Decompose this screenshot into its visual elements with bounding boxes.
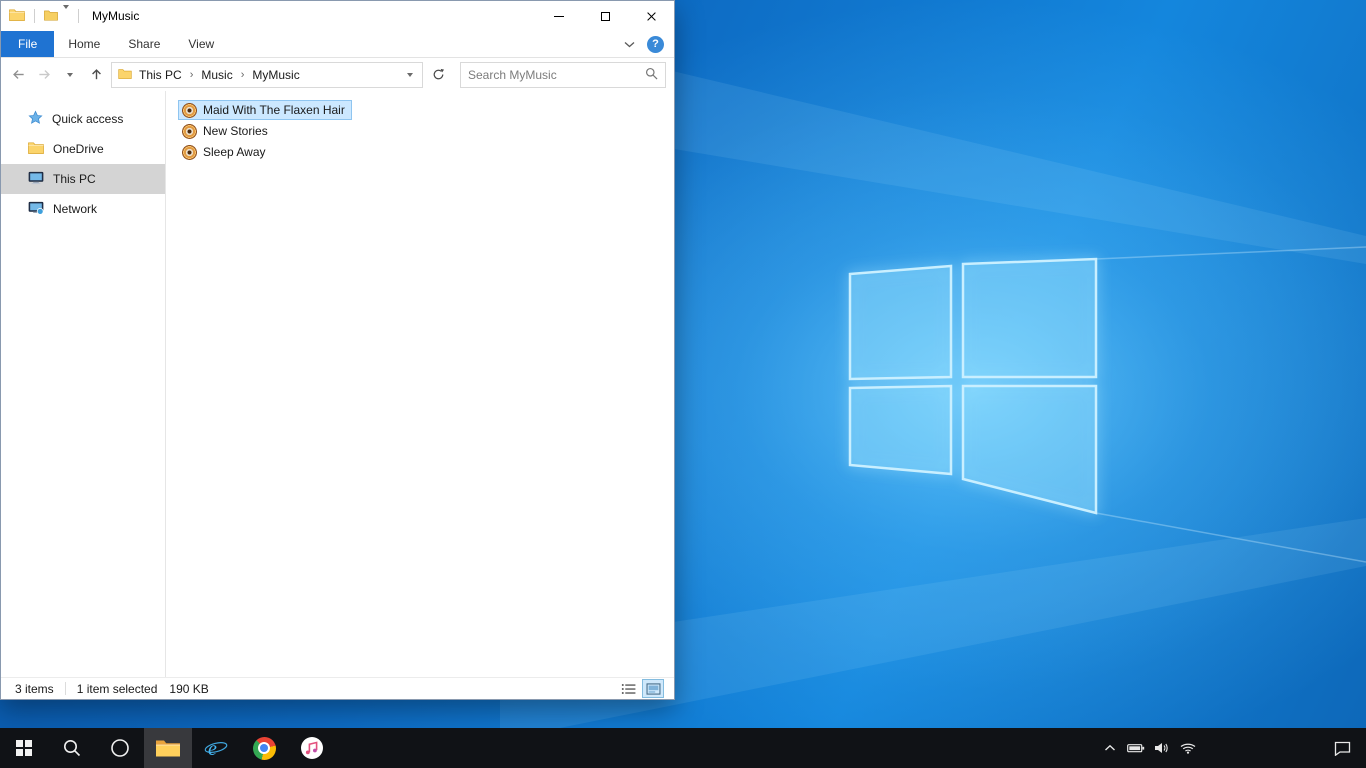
recent-locations-chevron-icon[interactable] [57, 62, 83, 88]
large-icons-view-button[interactable] [642, 679, 664, 698]
tab-view[interactable]: View [174, 31, 228, 57]
file-explorer-icon [156, 740, 180, 757]
maximize-icon [600, 11, 610, 21]
status-item-count: 3 items [15, 681, 54, 696]
minimize-button[interactable] [536, 1, 582, 31]
ribbon-tab-bar: File Home Share View ? [1, 31, 674, 58]
divider [34, 9, 35, 23]
battery-button[interactable] [1124, 728, 1148, 768]
maximize-button[interactable] [582, 1, 628, 31]
up-button[interactable] [83, 62, 109, 88]
star-icon [28, 110, 43, 128]
cortana-icon [111, 739, 129, 757]
search-box[interactable] [460, 61, 666, 88]
file-row[interactable]: New Stories [178, 121, 275, 141]
search-input[interactable] [468, 67, 645, 82]
sidebar-item-label: This PC [53, 172, 96, 186]
status-bar: 3 items 1 item selected 190 KB [1, 677, 674, 699]
breadcrumb-this-pc[interactable]: This PC [132, 63, 189, 87]
windows-logo-icon [16, 740, 32, 756]
status-selected-count: 1 item selected [76, 681, 158, 696]
address-dropdown-chevron-icon[interactable] [402, 72, 418, 77]
file-name: Sleep Away [203, 145, 266, 159]
qat-customize-chevron-icon[interactable] [63, 5, 69, 23]
window-title: MyMusic [92, 9, 140, 23]
sidebar-item-this-pc[interactable]: This PC [1, 164, 165, 194]
chrome-icon [252, 736, 276, 760]
sidebar-item-label: OneDrive [53, 142, 104, 156]
titlebar[interactable]: MyMusic [1, 1, 674, 31]
close-icon [646, 11, 657, 22]
minimize-icon [554, 15, 564, 17]
help-icon[interactable]: ? [647, 35, 664, 53]
sidebar-item-label: Quick access [52, 112, 124, 126]
action-center-icon [1334, 741, 1350, 756]
itunes-icon [301, 737, 323, 759]
tray-expand-button[interactable] [1098, 728, 1122, 768]
back-button[interactable] [5, 62, 31, 88]
media-file-icon [182, 144, 197, 160]
wifi-icon [1180, 743, 1196, 754]
divider [64, 682, 66, 695]
search-icon[interactable] [645, 67, 658, 83]
file-name: Maid With The Flaxen Hair [203, 103, 345, 117]
sidebar-item-quick-access[interactable]: Quick access [1, 104, 165, 134]
expand-ribbon-chevron-icon[interactable] [624, 37, 635, 51]
details-view-button[interactable] [617, 679, 639, 698]
battery-icon [1127, 744, 1145, 753]
tab-share[interactable]: Share [114, 31, 174, 57]
sidebar-item-onedrive[interactable]: OneDrive [1, 134, 165, 164]
taskbar: e [0, 728, 1366, 768]
quick-access-toolbar: MyMusic [9, 5, 140, 24]
speaker-icon [1155, 743, 1168, 753]
navigation-pane: Quick access OneDrive This PC Network [1, 91, 166, 677]
svg-text:e: e [208, 738, 217, 760]
taskbar-search-button[interactable] [48, 728, 96, 768]
refresh-button[interactable] [425, 62, 451, 88]
navigation-bar: This PC › Music › MyMusic [1, 58, 674, 91]
file-list[interactable]: Maid With The Flaxen Hair New Stories Sl… [166, 91, 674, 677]
explorer-content: Quick access OneDrive This PC Network Ma… [1, 91, 674, 677]
taskbar-chrome-button[interactable] [240, 728, 288, 768]
status-selected-size: 190 KB [169, 681, 209, 696]
taskbar-itunes-button[interactable] [288, 728, 336, 768]
start-button[interactable] [0, 728, 48, 768]
tab-home[interactable]: Home [54, 31, 114, 57]
onedrive-folder-icon [28, 141, 44, 157]
search-icon [64, 740, 81, 757]
address-bar[interactable]: This PC › Music › MyMusic [111, 61, 423, 88]
tab-file[interactable]: File [1, 31, 55, 57]
file-row[interactable]: Sleep Away [178, 142, 273, 162]
close-button[interactable] [628, 1, 674, 31]
breadcrumb-music[interactable]: Music [194, 63, 239, 87]
cortana-button[interactable] [96, 728, 144, 768]
media-file-icon [182, 123, 197, 139]
network-button[interactable] [1176, 728, 1200, 768]
taskbar-internet-explorer-button[interactable]: e [192, 728, 240, 768]
address-folder-icon [118, 68, 132, 82]
forward-button[interactable] [31, 62, 57, 88]
file-row[interactable]: Maid With The Flaxen Hair [178, 100, 352, 120]
media-file-icon [182, 102, 197, 118]
system-tray [1098, 728, 1200, 768]
action-center-button[interactable] [1322, 728, 1362, 768]
folder-icon [9, 8, 25, 24]
network-icon [28, 201, 44, 218]
file-name: New Stories [203, 124, 268, 138]
window-controls [536, 1, 674, 31]
file-explorer-window: MyMusic File Home Share View ? This PC ›… [0, 0, 675, 700]
internet-explorer-icon: e [204, 738, 228, 760]
taskbar-file-explorer-button[interactable] [144, 728, 192, 768]
divider [78, 9, 79, 23]
sidebar-item-label: Network [53, 202, 98, 216]
computer-icon [28, 171, 44, 188]
volume-button[interactable] [1150, 728, 1174, 768]
breadcrumb-mymusic[interactable]: MyMusic [245, 63, 306, 87]
qat-folder-icon[interactable] [44, 9, 58, 24]
chevron-up-icon [1105, 744, 1115, 751]
sidebar-item-network[interactable]: Network [1, 194, 165, 224]
